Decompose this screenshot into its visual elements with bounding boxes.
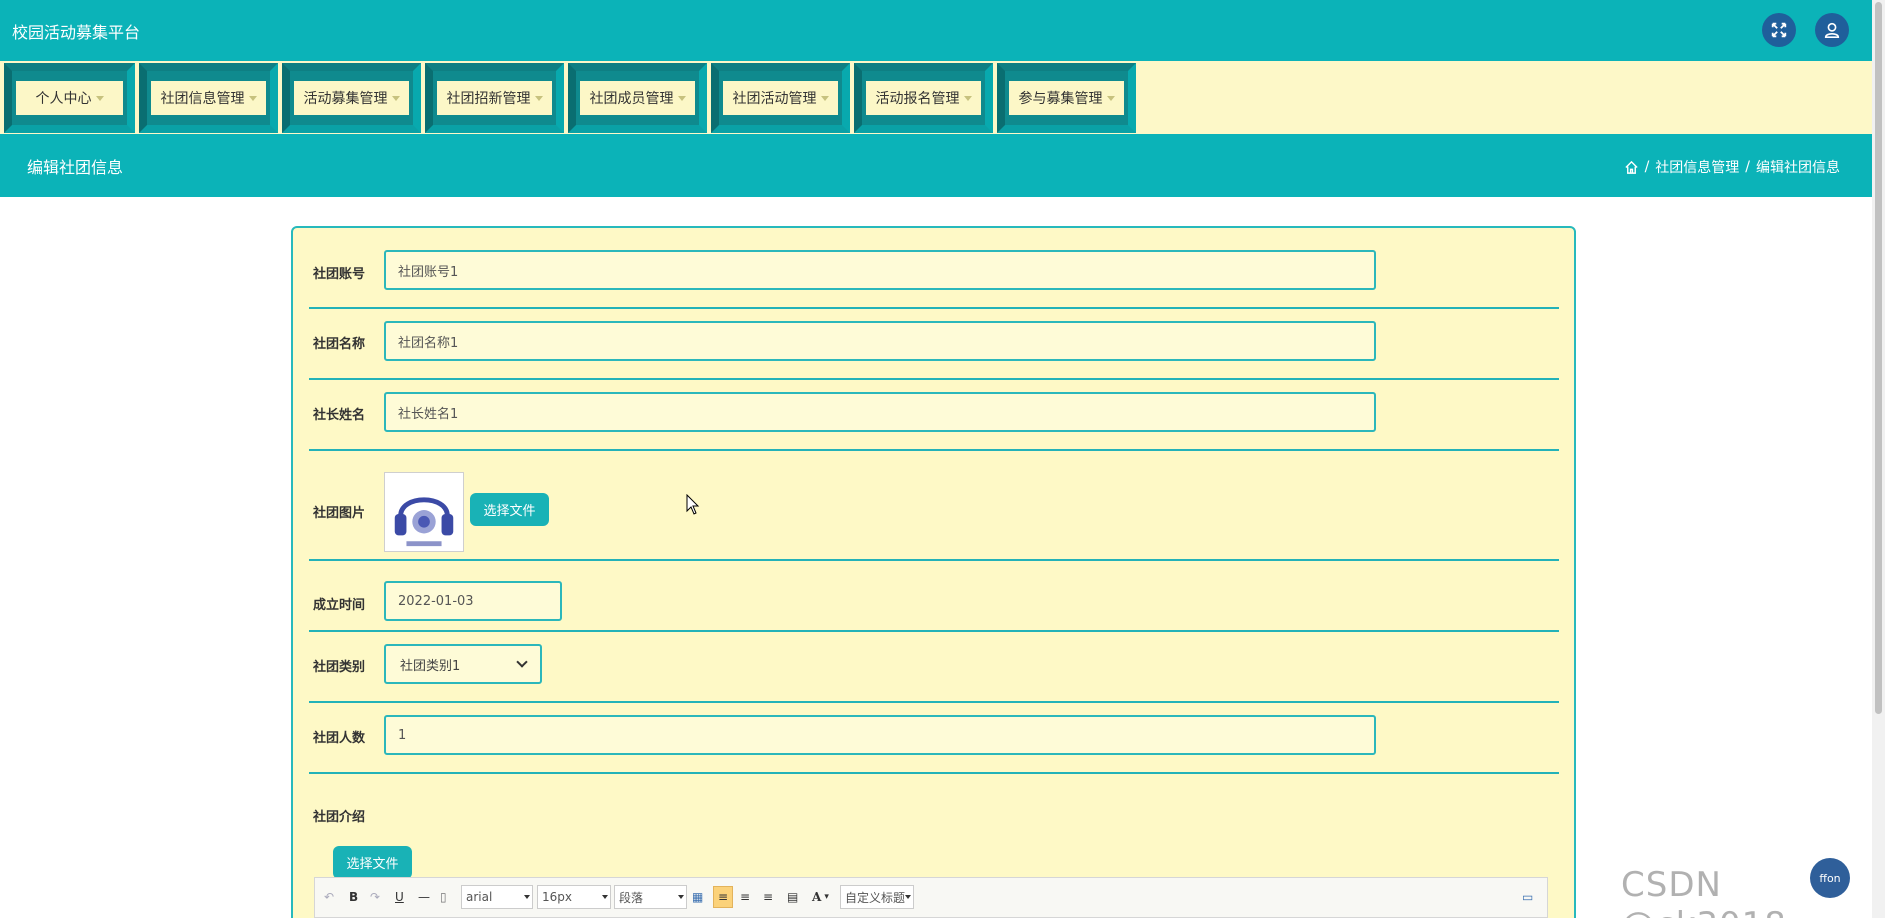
paragraph-value: 段落	[619, 890, 644, 905]
account-input[interactable]: 社团账号1	[384, 250, 1376, 290]
club-image-preview[interactable]	[384, 472, 464, 552]
main-nav: 个人中心 社团信息管理 活动募集管理 社团招新管理 社团成员管理 社团活动管理 …	[0, 61, 1872, 134]
edit-form-card: 社团账号 社团账号1 社团名称 社团名称1 社长姓名 社长姓名1 社团图片 选择…	[291, 226, 1576, 918]
caret-down-icon	[963, 95, 972, 101]
nav-label: 社团招新管理	[446, 91, 531, 107]
undo-icon[interactable]: ↶	[324, 886, 334, 908]
align-justify-icon[interactable]: ▤	[787, 886, 798, 908]
field-label: 社团图片	[313, 506, 366, 521]
font-size-select[interactable]: 16px	[537, 885, 611, 909]
mouse-cursor-icon	[686, 494, 700, 515]
form-row-account: 社团账号 社团账号1	[309, 250, 1559, 309]
nav-label: 活动报名管理	[875, 91, 960, 107]
caret-down-icon	[534, 95, 543, 101]
founded-date-input[interactable]: 2022-01-03	[384, 581, 562, 621]
caret-down-icon	[1106, 95, 1115, 101]
caret-down-icon	[820, 95, 829, 101]
horizontal-rule-icon[interactable]: —	[418, 886, 430, 908]
breadcrumb-separator: /	[1644, 159, 1650, 175]
field-label: 社团人数	[313, 731, 366, 746]
font-family-value: arial	[466, 890, 493, 904]
nav-item-club-info[interactable]: 社团信息管理	[139, 63, 278, 133]
preview-icon[interactable]: ▭	[1522, 886, 1533, 908]
form-row-leader: 社长姓名 社长姓名1	[309, 380, 1559, 451]
caret-down-icon	[391, 95, 400, 101]
editor-choose-file-button[interactable]: 选择文件	[333, 846, 412, 879]
category-select[interactable]: 社团类别1	[384, 644, 542, 684]
font-color-label: A	[812, 890, 822, 904]
member-count-input[interactable]: 1	[384, 715, 1376, 755]
bold-button[interactable]: B	[349, 886, 358, 908]
rich-text-editor[interactable]: ↶ B ↷ U — ▯ arial 16px 段落 ▦ ≡ ≡ ≡ ▤ A ▾ 自…	[314, 877, 1548, 918]
field-label: 社团类别	[313, 660, 366, 675]
caret-down-icon	[248, 95, 257, 101]
align-left-icon[interactable]: ≡	[713, 886, 733, 908]
nav-item-club-activities[interactable]: 社团活动管理	[711, 63, 850, 133]
nav-item-fundraising-participation[interactable]: 参与募集管理	[997, 63, 1136, 133]
nav-label: 社团活动管理	[732, 91, 817, 107]
underline-button[interactable]: U	[395, 886, 404, 908]
page-title-bar: 编辑社团信息 / 社团信息管理 / 编辑社团信息	[0, 134, 1872, 197]
headphones-logo-image	[385, 473, 463, 551]
scrollbar-thumb[interactable]	[1875, 2, 1882, 714]
nav-label: 社团信息管理	[160, 91, 245, 107]
table-icon[interactable]: ▦	[692, 886, 703, 908]
field-label: 社团名称	[313, 337, 366, 352]
font-family-select[interactable]: arial	[461, 885, 533, 909]
expand-icon	[1771, 22, 1787, 38]
leader-name-input[interactable]: 社长姓名1	[384, 392, 1376, 432]
dropdown-arrow-icon	[524, 895, 530, 899]
chevron-down-icon	[516, 656, 528, 668]
app-title: 校园活动募集平台	[12, 23, 141, 42]
nav-item-personal-center[interactable]: 个人中心	[4, 63, 135, 133]
form-row-image: 社团图片 选择文件	[309, 451, 1559, 561]
nav-label: 活动募集管理	[303, 91, 388, 107]
form-row-founded: 成立时间 2022-01-03	[309, 561, 1559, 632]
nav-label: 个人中心	[35, 91, 92, 107]
category-select-value: 社团类别1	[400, 658, 461, 674]
field-label: 成立时间	[313, 598, 366, 613]
nav-item-club-members[interactable]: 社团成员管理	[568, 63, 707, 133]
caret-down-icon	[95, 95, 104, 101]
document-icon[interactable]: ▯	[440, 886, 447, 908]
choose-image-button[interactable]: 选择文件	[470, 493, 549, 526]
breadcrumb: / 社团信息管理 / 编辑社团信息	[1624, 157, 1840, 177]
field-label: 社团账号	[313, 267, 366, 282]
dropdown-arrow-icon	[905, 895, 911, 899]
dropdown-arrow-icon	[602, 895, 608, 899]
floating-action-button[interactable]: ffon	[1810, 858, 1850, 898]
align-right-icon[interactable]: ≡	[740, 886, 750, 908]
home-icon[interactable]	[1624, 160, 1639, 175]
breadcrumb-item-club-info[interactable]: 社团信息管理	[1655, 157, 1739, 177]
form-row-members: 社团人数 1	[309, 703, 1559, 774]
custom-title-select[interactable]: 自定义标题	[840, 885, 914, 909]
caret-down-icon	[677, 95, 686, 101]
dropdown-arrow-icon	[678, 895, 684, 899]
breadcrumb-separator: /	[1745, 159, 1750, 175]
field-label: 社长姓名	[313, 408, 366, 423]
nav-item-club-recruitment[interactable]: 社团招新管理	[425, 63, 564, 133]
top-header: 校园活动募集平台	[0, 0, 1872, 61]
nav-item-activity-fundraising[interactable]: 活动募集管理	[282, 63, 421, 133]
paragraph-select[interactable]: 段落	[614, 885, 687, 909]
font-color-button[interactable]: A ▾	[812, 886, 829, 908]
nav-label: 社团成员管理	[589, 91, 674, 107]
redo-icon[interactable]: ↷	[370, 886, 380, 908]
intro-label: 社团介绍	[313, 810, 366, 825]
fullscreen-button[interactable]	[1762, 13, 1796, 47]
font-size-value: 16px	[542, 890, 572, 904]
nav-label: 参与募集管理	[1018, 91, 1103, 107]
align-center-icon[interactable]: ≡	[763, 886, 773, 908]
form-row-name: 社团名称 社团名称1	[309, 309, 1559, 380]
page-title: 编辑社团信息	[27, 158, 124, 177]
club-name-input[interactable]: 社团名称1	[384, 321, 1376, 361]
form-row-category: 社团类别 社团类别1	[309, 632, 1559, 703]
breadcrumb-item-current: 编辑社团信息	[1756, 160, 1840, 176]
user-menu-button[interactable]	[1815, 13, 1849, 47]
custom-title-value: 自定义标题	[845, 890, 906, 905]
page-scrollbar[interactable]	[1872, 0, 1885, 918]
user-icon	[1824, 22, 1840, 39]
nav-item-activity-signup[interactable]: 活动报名管理	[854, 63, 993, 133]
